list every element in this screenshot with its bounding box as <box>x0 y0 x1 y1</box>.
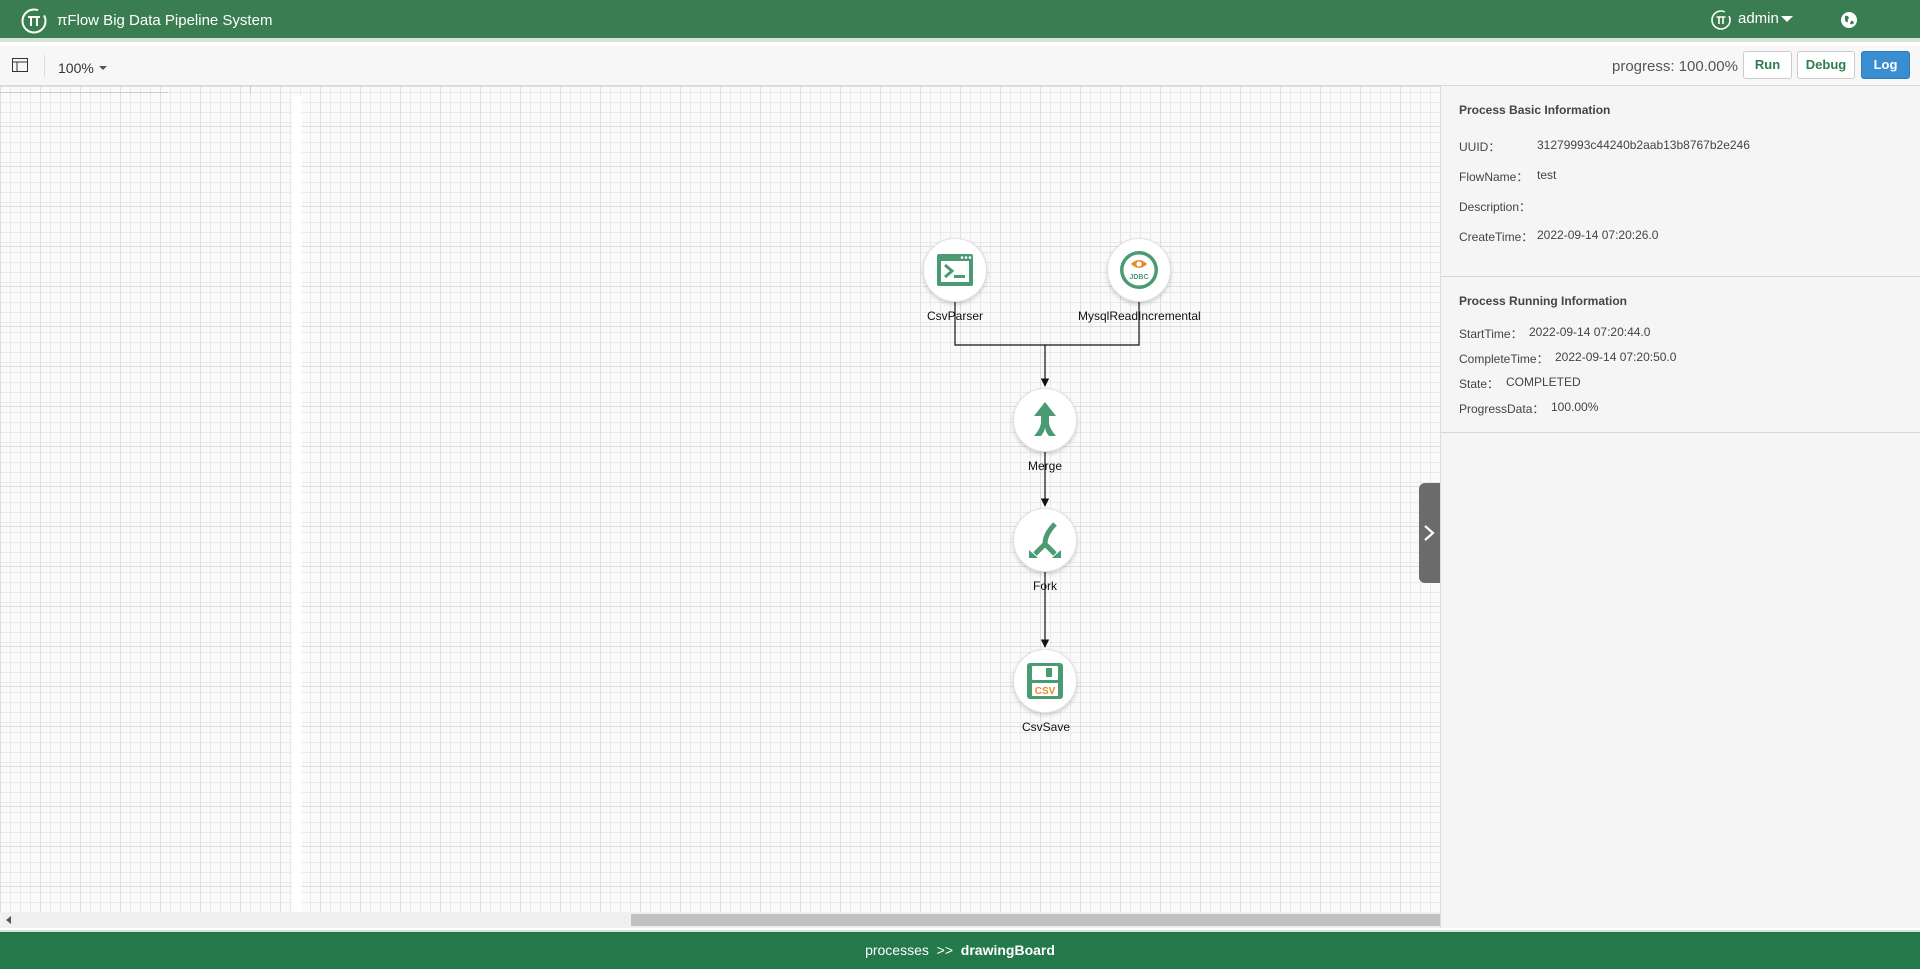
page-boundary <box>292 96 302 918</box>
svg-text:CSV: CSV <box>1035 686 1056 697</box>
createtime-label: CreateTime： <box>1459 230 1534 244</box>
section-divider <box>1441 276 1920 277</box>
page-ruler-mark <box>250 86 251 94</box>
createtime-value: 2022-09-14 07:20:26.0 <box>1537 228 1659 242</box>
editor-toolbar: 100% progress: 100.00% Run Debug Log <box>0 46 1920 86</box>
node-fork[interactable] <box>1013 508 1077 572</box>
description-row: Description： <box>1459 198 1531 215</box>
zoom-caret-icon[interactable] <box>99 66 107 70</box>
node-label-fork: Fork <box>1033 579 1057 593</box>
node-merge[interactable] <box>1013 388 1077 452</box>
run-button[interactable]: Run <box>1743 51 1792 79</box>
breadcrumb-footer: processes >> drawingBoard <box>0 930 1920 969</box>
breadcrumb-separator: >> <box>936 942 954 958</box>
panel-layout-icon[interactable] <box>12 58 28 72</box>
node-csvsave[interactable]: CSV <box>1013 649 1077 713</box>
collapse-panel-handle[interactable] <box>1419 483 1440 583</box>
uuid-row: UUID： 31279993c44240b2aab13b8767b2e246 <box>1459 138 1750 155</box>
horizontal-scrollbar[interactable] <box>0 912 1440 928</box>
node-label-merge: Merge <box>1028 459 1063 473</box>
debug-button[interactable]: Debug <box>1797 51 1855 79</box>
user-menu-name[interactable]: admin <box>1738 10 1779 27</box>
description-label: Description： <box>1459 200 1532 214</box>
state-value: COMPLETED <box>1506 375 1581 389</box>
node-label-mysqlreadincremental: MysqlReadIncremental <box>1078 309 1201 323</box>
page-ruler <box>0 92 168 93</box>
app-title: πFlow Big Data Pipeline System <box>57 12 273 29</box>
log-button[interactable]: Log <box>1861 51 1910 79</box>
zoom-select[interactable]: 100% <box>58 60 94 76</box>
flowname-row: FlowName： test <box>1459 168 1556 185</box>
flowname-value: test <box>1537 168 1557 182</box>
merge-arrow-icon <box>1034 402 1056 436</box>
progressdata-value: 100.00% <box>1551 400 1599 414</box>
uuid-label: UUID： <box>1459 140 1501 154</box>
process-info-panel: Process Basic Information UUID： 31279993… <box>1440 86 1920 928</box>
running-info-title: Process Running Information <box>1459 294 1628 308</box>
jdbc-eye-icon: JDBC <box>1120 251 1158 289</box>
node-label-csvsave: CsvSave <box>1022 720 1071 734</box>
state-label: State： <box>1459 377 1500 391</box>
progress-text: progress: 100.00% <box>1612 58 1738 75</box>
completetime-label: CompleteTime： <box>1459 352 1549 366</box>
terminal-window-icon <box>937 254 973 286</box>
basic-info-title: Process Basic Information <box>1459 103 1611 117</box>
globe-icon[interactable] <box>1840 11 1858 29</box>
svg-text:JDBC: JDBC <box>1129 274 1148 281</box>
scrollbar-thumb[interactable] <box>631 914 1440 926</box>
node-csvparser[interactable] <box>923 238 987 302</box>
node-label-csvparser: CsvParser <box>927 309 984 323</box>
section-divider-bottom <box>1441 432 1920 433</box>
starttime-label: StartTime： <box>1459 327 1523 341</box>
canvas-grid <box>0 86 1440 928</box>
breadcrumb-processes[interactable]: processes <box>865 942 929 958</box>
breadcrumb-current: drawingBoard <box>960 942 1055 958</box>
createtime-row: CreateTime： 2022-09-14 07:20:26.0 <box>1459 228 1658 245</box>
top-header: πFlow Big Data Pipeline System admin <box>0 0 1920 42</box>
user-logo-icon[interactable] <box>1710 9 1732 31</box>
piflow-logo-icon[interactable] <box>20 7 48 35</box>
flowname-label: FlowName： <box>1459 170 1529 184</box>
fork-arrow-icon <box>1029 522 1061 558</box>
floppy-csv-icon: CSV <box>1027 663 1063 699</box>
chevron-right-icon <box>1424 525 1435 541</box>
starttime-row: StartTime： 2022-09-14 07:20:44.0 <box>1459 325 1650 342</box>
completetime-row: CompleteTime： 2022-09-14 07:20:50.0 <box>1459 350 1676 367</box>
drawing-canvas[interactable]: CsvParser JDBC MysqlReadIncremental Merg… <box>0 86 1440 928</box>
node-mysqlreadincremental[interactable]: JDBC <box>1107 238 1171 302</box>
completetime-value: 2022-09-14 07:20:50.0 <box>1555 350 1677 364</box>
progressdata-label: ProgressData： <box>1459 402 1545 416</box>
uuid-value: 31279993c44240b2aab13b8767b2e246 <box>1537 138 1750 152</box>
starttime-value: 2022-09-14 07:20:44.0 <box>1529 325 1651 339</box>
scroll-left-icon[interactable] <box>6 916 11 924</box>
state-row: State： COMPLETED <box>1459 375 1581 392</box>
toolbar-divider <box>44 55 45 77</box>
progressdata-row: ProgressData： 100.00% <box>1459 400 1598 417</box>
chevron-down-icon[interactable] <box>1781 16 1793 22</box>
